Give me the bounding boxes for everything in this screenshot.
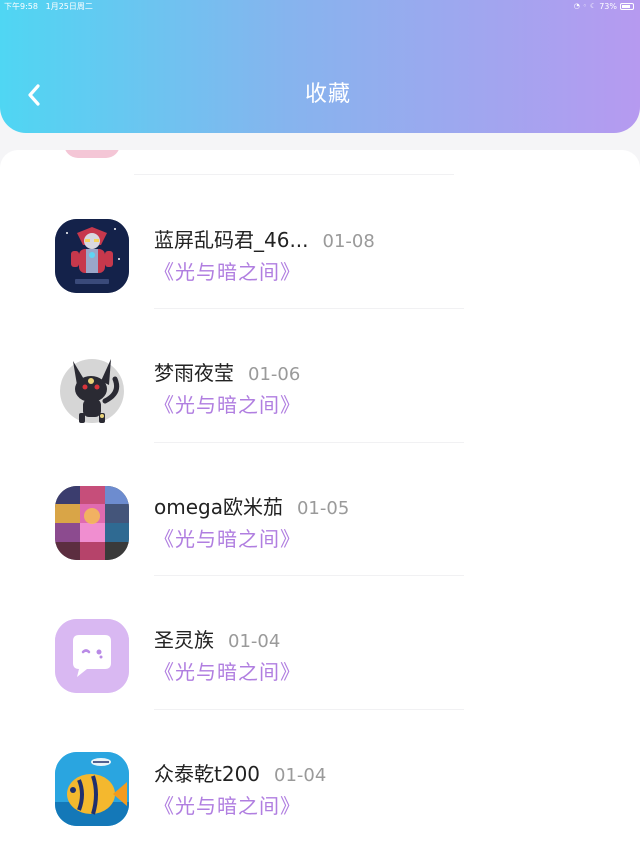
user-name: 众泰乾t200 — [154, 762, 261, 786]
work-title-link[interactable]: 《光与暗之间》 — [154, 793, 301, 819]
favorites-list[interactable]: 蓝屏乱码君_46... 01-08 《光与暗之间》 梦雨夜莹 01-06 《光与… — [0, 150, 640, 853]
avatar[interactable] — [55, 219, 129, 293]
user-name: 梦雨夜莹 — [154, 361, 234, 385]
user-name: omega欧米茄 — [154, 495, 283, 519]
collage-avatar-icon — [55, 486, 129, 560]
avatar[interactable] — [55, 752, 129, 826]
item-date: 01-04 — [228, 631, 281, 652]
avatar[interactable] — [55, 486, 129, 560]
item-title: 蓝屏乱码君_46... 01-08 — [154, 227, 375, 255]
user-name: 蓝屏乱码君_46... — [154, 228, 309, 252]
item-date: 01-04 — [274, 765, 327, 786]
user-name: 圣灵族 — [154, 628, 214, 652]
work-title-link[interactable]: 《光与暗之间》 — [154, 392, 301, 418]
avatar[interactable] — [55, 353, 129, 427]
moon-icon: ☾ — [589, 2, 597, 10]
location-icon: ◦ — [582, 2, 587, 10]
item-title: 梦雨夜莹 01-06 — [154, 360, 300, 388]
work-title-link[interactable]: 《光与暗之间》 — [154, 526, 301, 552]
list-item[interactable]: 众泰乾t200 01-04 《光与暗之间》 — [0, 709, 640, 843]
page-title: 收藏 — [304, 82, 351, 107]
work-title-link[interactable]: 《光与暗之间》 — [154, 259, 301, 285]
avatar-partial[interactable] — [64, 150, 120, 158]
status-time-date: 下午9:58 1月25日周二 — [4, 0, 93, 13]
battery-icon — [620, 3, 634, 10]
header-bar: 下午9:58 1月25日周二 ◔ ◦ ☾ 73% 收藏 — [0, 0, 640, 133]
list-item[interactable]: 梦雨夜莹 01-06 《光与暗之间》 — [0, 308, 640, 443]
list-item[interactable]: 蓝屏乱码君_46... 01-08 《光与暗之间》 — [0, 175, 640, 309]
work-title-link[interactable]: 《光与暗之间》 — [154, 659, 301, 685]
ultraman-avatar-icon — [55, 219, 129, 293]
status-date: 1月25日周二 — [45, 2, 93, 11]
list-item[interactable]: omega欧米茄 01-05 《光与暗之间》 — [0, 442, 640, 576]
wifi-icon: ◔ — [573, 2, 580, 10]
item-title: omega欧米茄 01-05 — [154, 494, 349, 522]
item-date: 01-08 — [322, 231, 375, 252]
avatar[interactable] — [55, 619, 129, 693]
umbreon-avatar-icon — [60, 359, 124, 423]
status-time: 下午9:58 — [4, 2, 38, 11]
status-bar: 下午9:58 1月25日周二 ◔ ◦ ☾ 73% — [0, 0, 640, 14]
chat-bubble-avatar-icon — [55, 619, 129, 693]
fish-avatar-icon — [55, 752, 129, 826]
item-title: 圣灵族 01-04 — [154, 627, 280, 655]
battery-percent: 73% — [599, 2, 617, 11]
item-date: 01-05 — [296, 498, 350, 519]
item-title: 众泰乾t200 01-04 — [154, 761, 326, 789]
status-indicators: ◔ ◦ ☾ 73% — [574, 0, 634, 13]
item-date: 01-06 — [248, 364, 301, 385]
list-item[interactable]: 圣灵族 01-04 《光与暗之间》 — [0, 575, 640, 710]
